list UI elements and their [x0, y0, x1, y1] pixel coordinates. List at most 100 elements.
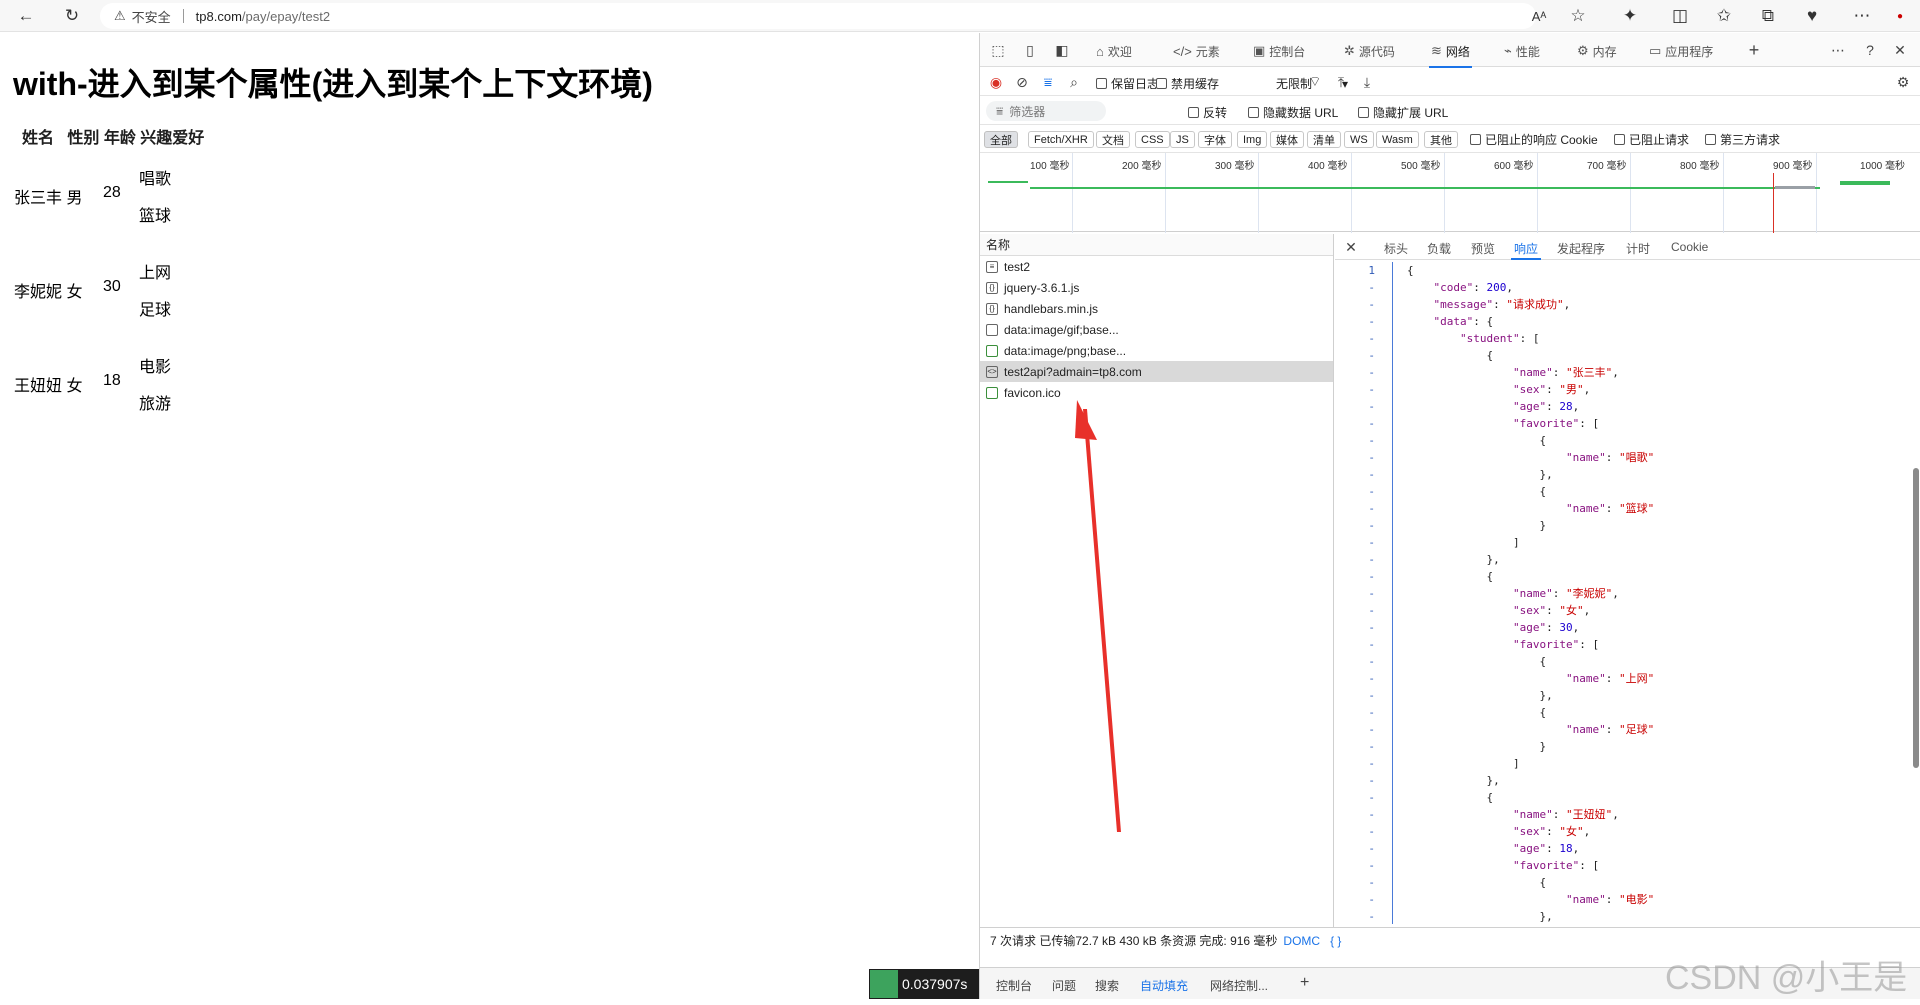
type-filter-js[interactable]: JS: [1170, 131, 1195, 148]
tab-welcome[interactable]: ⌂ 欢迎: [1096, 41, 1132, 61]
add-drawer-tab-icon[interactable]: +: [1300, 974, 1309, 992]
script-icon: {}: [986, 302, 998, 315]
request-row[interactable]: favicon.ico: [980, 382, 1333, 403]
timeline-tick-label: 600 毫秒: [1494, 161, 1534, 172]
detail-tab-preview[interactable]: 预览: [1471, 240, 1495, 257]
detail-tab-bar: ✕ 标头 负载 预览 响应 发起程序 计时 Cookie: [1335, 234, 1920, 260]
add-tab-icon[interactable]: +: [1744, 40, 1764, 60]
more-options-icon[interactable]: ⋯: [1828, 41, 1848, 59]
tab-application[interactable]: ▭ 应用程序: [1649, 41, 1713, 61]
disable-cache-checkbox[interactable]: 禁用缓存: [1156, 75, 1219, 92]
type-filter-img[interactable]: Img: [1237, 131, 1268, 148]
tab-performance[interactable]: ⌁ 性能: [1504, 41, 1540, 61]
request-row[interactable]: data:image/png;base...: [980, 340, 1333, 361]
settings-gear-icon[interactable]: ⚙: [1893, 73, 1913, 91]
inspect-icon[interactable]: ⬚: [988, 41, 1008, 59]
help-icon[interactable]: ?: [1860, 41, 1880, 59]
drawer-tab-search[interactable]: 搜索: [1095, 977, 1119, 994]
drawer-tab-issues[interactable]: 问题: [1052, 977, 1076, 994]
dock-icon[interactable]: ◧: [1052, 41, 1072, 59]
type-filter-ws[interactable]: WS: [1344, 131, 1374, 148]
code-text: "code": 200,: [1433, 281, 1514, 294]
tab-sources[interactable]: ✲ 源代码: [1344, 41, 1395, 61]
code-text: {: [1407, 791, 1494, 804]
tab-elements[interactable]: </> 元素: [1173, 41, 1220, 61]
close-devtools-icon[interactable]: ✕: [1890, 41, 1910, 59]
code-text: },: [1407, 553, 1500, 566]
reload-icon[interactable]: ↻: [60, 4, 84, 28]
hide-data-url-checkbox[interactable]: 隐藏数据 URL: [1248, 104, 1338, 121]
image-file-icon: [986, 323, 998, 336]
checkbox-box: [1156, 78, 1167, 89]
drawer-tab-autofill[interactable]: 自动填充: [1140, 977, 1188, 994]
home-icon: ⌂: [1096, 43, 1104, 59]
extensions-icon[interactable]: ✦: [1618, 4, 1642, 28]
notification-badge-icon[interactable]: ●: [1888, 4, 1912, 28]
table-row: 张三丰 男: [14, 184, 82, 208]
line-number: -: [1368, 859, 1375, 872]
third-party-checkbox[interactable]: 第三方请求: [1705, 131, 1780, 148]
search-icon[interactable]: ⌕: [1064, 73, 1084, 91]
detail-tab-headers[interactable]: 标头: [1384, 240, 1408, 257]
type-filter-all[interactable]: 全部: [984, 131, 1018, 148]
response-body[interactable]: 1 {- "code": 200, - "message": "请求成功", - "d…: [1335, 262, 1920, 924]
detail-tab-initiator[interactable]: 发起程序: [1557, 240, 1605, 257]
type-filter-css[interactable]: CSS: [1135, 131, 1170, 148]
favorite-star-icon[interactable]: ☆: [1566, 4, 1590, 28]
browser-essentials-icon[interactable]: ♥: [1800, 4, 1824, 28]
code-text: "name": "王妞妞",: [1512, 808, 1619, 821]
preserve-log-checkbox[interactable]: 保留日志: [1096, 75, 1159, 92]
request-name: test2: [1004, 259, 1031, 274]
back-icon[interactable]: ←: [14, 4, 38, 28]
split-screen-icon[interactable]: ◫: [1668, 4, 1692, 28]
blocked-requests-checkbox[interactable]: 已阻止请求: [1614, 131, 1689, 148]
type-filter-other[interactable]: 其他: [1424, 131, 1458, 148]
request-row-selected[interactable]: <> test2api?admain=tp8.com: [980, 361, 1333, 382]
type-filter-wasm[interactable]: Wasm: [1376, 131, 1419, 148]
request-row[interactable]: {} handlebars.min.js: [980, 298, 1333, 319]
type-filter-manifest[interactable]: 清单: [1307, 131, 1341, 148]
address-bar[interactable]: ⚠ 不安全 tp8.com /pay/epay/test2: [100, 3, 1536, 29]
hide-ext-url-checkbox[interactable]: 隐藏扩展 URL: [1358, 104, 1448, 121]
invert-checkbox[interactable]: 反转: [1188, 104, 1227, 121]
clear-icon[interactable]: ⊘: [1012, 73, 1032, 91]
tab-memory[interactable]: ⚙ 内存: [1577, 41, 1617, 61]
tab-network[interactable]: ≋ 网络: [1429, 41, 1472, 68]
favorites-icon[interactable]: ✩: [1712, 4, 1736, 28]
close-detail-icon[interactable]: ✕: [1341, 238, 1361, 256]
export-har-icon[interactable]: ⤓: [1357, 73, 1377, 91]
read-aloud-icon[interactable]: Aᴬ: [1527, 4, 1551, 28]
request-row[interactable]: ≡ test2: [980, 256, 1333, 277]
type-filter-media[interactable]: 媒体: [1270, 131, 1304, 148]
more-menu-icon[interactable]: ⋯: [1850, 4, 1874, 28]
drawer-tab-console[interactable]: 控制台: [996, 977, 1032, 994]
collections-icon[interactable]: ⧉: [1756, 4, 1780, 28]
type-filter-doc[interactable]: 文档: [1096, 131, 1130, 148]
header-favorite: 兴趣爱好: [140, 130, 205, 147]
detail-tab-response[interactable]: 响应: [1510, 240, 1542, 260]
blocked-cookies-checkbox[interactable]: 已阻止的响应 Cookie: [1470, 131, 1598, 148]
type-filter-font[interactable]: 字体: [1198, 131, 1232, 148]
request-row[interactable]: data:image/gif;base...: [980, 319, 1333, 340]
detail-tab-cookie[interactable]: Cookie: [1671, 240, 1708, 254]
response-scrollbar[interactable]: [1913, 468, 1919, 768]
filter-toggle-icon[interactable]: ⩸: [1038, 73, 1058, 91]
detail-tab-payload[interactable]: 负载: [1427, 240, 1451, 257]
column-name-header[interactable]: 名称: [980, 234, 1333, 256]
tab-console[interactable]: ▣ 控制台: [1253, 41, 1305, 61]
device-toolbar-icon[interactable]: ▯: [1020, 41, 1040, 59]
type-filter-xhr[interactable]: Fetch/XHR: [1028, 131, 1094, 148]
filter-input[interactable]: ⩸ 筛选器: [986, 101, 1106, 121]
detail-tab-timing[interactable]: 计时: [1626, 240, 1650, 257]
drawer-tab-network-conditions[interactable]: 网络控制...: [1210, 977, 1268, 994]
network-conditions-icon[interactable]: ⌔: [1305, 73, 1325, 91]
record-icon[interactable]: ◉: [986, 73, 1006, 91]
code-text: {: [1407, 264, 1414, 277]
line-number: -: [1368, 553, 1375, 566]
checkbox-box: [1188, 107, 1199, 118]
pretty-print-button[interactable]: { }: [1330, 934, 1341, 948]
request-row[interactable]: {} jquery-3.6.1.js: [980, 277, 1333, 298]
network-timeline[interactable]: 100 毫秒 200 毫秒 300 毫秒 400 毫秒 500 毫秒 600 毫…: [980, 152, 1920, 233]
domcontentloaded-link[interactable]: DOMC: [1283, 934, 1320, 948]
import-har-icon[interactable]: ⤒: [1331, 73, 1351, 91]
